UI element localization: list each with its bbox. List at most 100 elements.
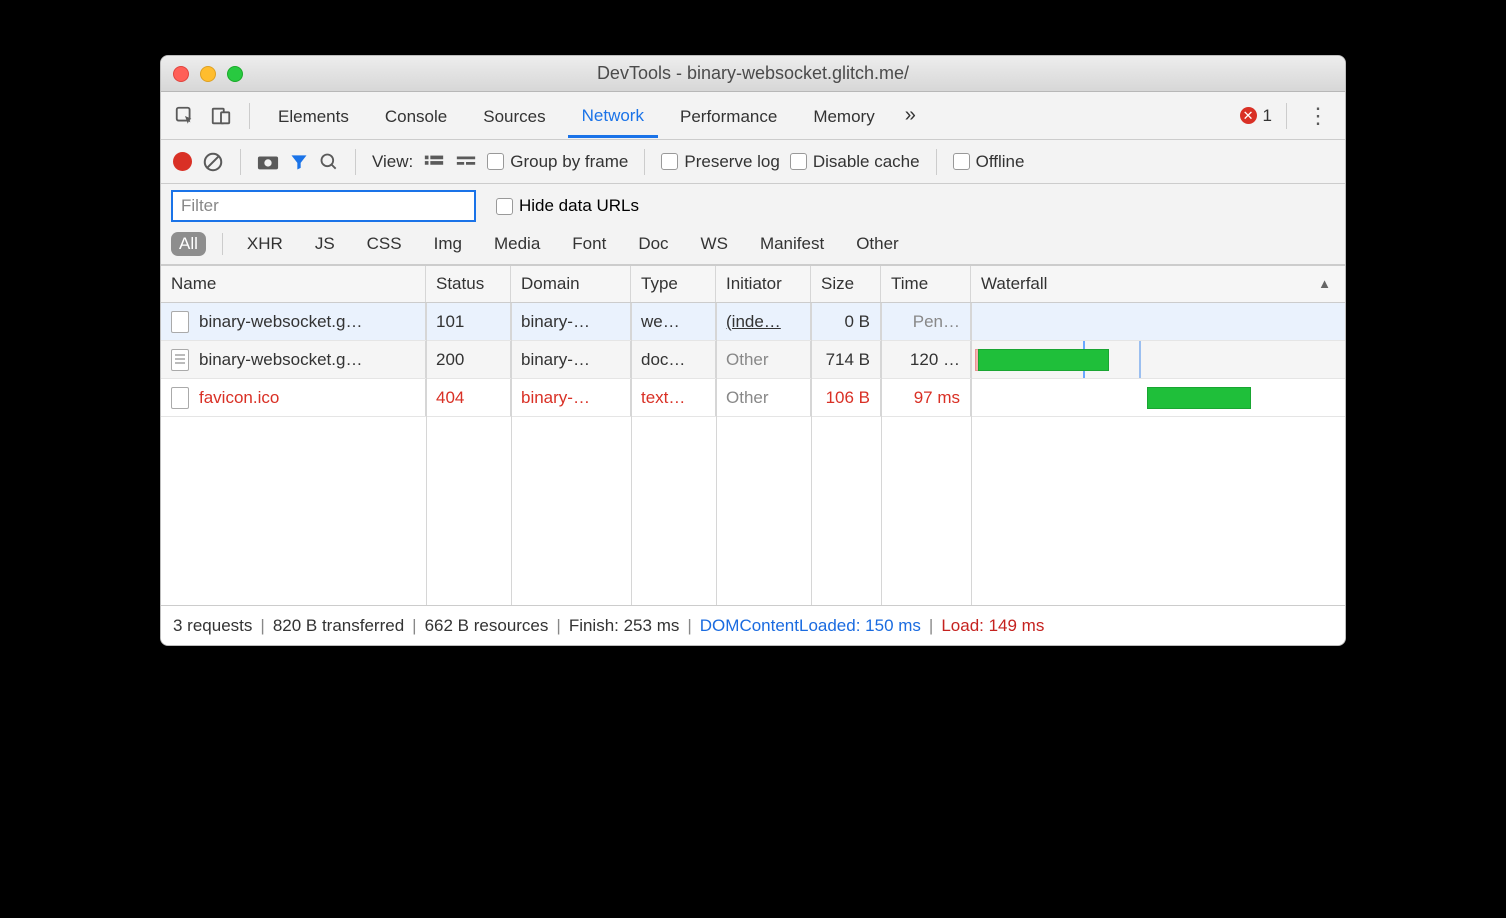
requests-table: Name Status Domain Type Initiator Size T… (161, 265, 1345, 605)
filter-type-js[interactable]: JS (307, 232, 343, 256)
filter-type-manifest[interactable]: Manifest (752, 232, 832, 256)
separator (240, 149, 241, 175)
table-cell: we… (631, 303, 716, 340)
table-cell: 101 (426, 303, 511, 340)
more-tabs-button[interactable]: » (897, 104, 924, 127)
window-maximize-button[interactable] (227, 66, 243, 82)
network-toolbar: View: Group by frame Preserve log Disabl… (161, 140, 1345, 184)
group-by-frame-checkbox[interactable]: Group by frame (487, 152, 628, 172)
table-row[interactable]: favicon.ico404binary-…text…Other106 B97 … (161, 379, 1345, 417)
window-titlebar: DevTools - binary-websocket.glitch.me/ (161, 56, 1345, 92)
separator (222, 233, 223, 255)
error-icon: ✕ (1240, 107, 1257, 124)
filter-type-other[interactable]: Other (848, 232, 907, 256)
sort-indicator-icon: ▲ (1318, 276, 1331, 291)
waterfall-bar (1147, 387, 1252, 409)
table-cell: Other (716, 379, 811, 416)
waterfall-cell (971, 379, 1345, 416)
col-domain[interactable]: Domain (511, 266, 631, 302)
table-row[interactable]: binary-websocket.g…200binary-…doc…Other7… (161, 341, 1345, 379)
tab-sources[interactable]: Sources (469, 95, 559, 137)
status-resources: 662 B resources (425, 616, 549, 636)
table-header: Name Status Domain Type Initiator Size T… (161, 266, 1345, 303)
window-minimize-button[interactable] (200, 66, 216, 82)
settings-menu-button[interactable]: ⋮ (1301, 103, 1335, 129)
table-row[interactable]: binary-websocket.g…101binary-…we…(inde…0… (161, 303, 1345, 341)
separator (249, 103, 250, 129)
file-icon (171, 387, 189, 409)
status-bar: 3 requests | 820 B transferred | 662 B r… (161, 605, 1345, 645)
separator (936, 149, 937, 175)
offline-checkbox[interactable]: Offline (953, 152, 1025, 172)
separator (355, 149, 356, 175)
search-icon[interactable] (319, 152, 339, 172)
filter-bar: Hide data URLs All XHR JS CSS Img Media … (161, 184, 1345, 265)
filter-type-xhr[interactable]: XHR (239, 232, 291, 256)
filter-type-ws[interactable]: WS (693, 232, 736, 256)
table-cell: Other (716, 341, 811, 378)
table-cell: 97 ms (881, 379, 971, 416)
error-count: 1 (1263, 106, 1272, 126)
devtools-window: DevTools - binary-websocket.glitch.me/ E… (160, 55, 1346, 646)
status-finish: Finish: 253 ms (569, 616, 680, 636)
view-label: View: (372, 152, 413, 172)
table-cell: 404 (426, 379, 511, 416)
separator (644, 149, 645, 175)
overview-icon[interactable] (455, 153, 477, 171)
file-icon (171, 349, 189, 371)
filter-type-font[interactable]: Font (564, 232, 614, 256)
capture-screenshots-icon[interactable] (257, 153, 279, 171)
table-cell: 200 (426, 341, 511, 378)
status-requests: 3 requests (173, 616, 252, 636)
table-body: binary-websocket.g…101binary-…we…(inde…0… (161, 303, 1345, 605)
table-cell: binary-… (511, 303, 631, 340)
window-close-button[interactable] (173, 66, 189, 82)
tab-network[interactable]: Network (568, 94, 658, 138)
tab-console[interactable]: Console (371, 95, 461, 137)
table-cell: 714 B (811, 341, 881, 378)
hide-data-urls-checkbox[interactable]: Hide data URLs (496, 196, 639, 216)
table-cell: binary-websocket.g… (161, 303, 426, 340)
table-cell: 120 … (881, 341, 971, 378)
table-cell: 0 B (811, 303, 881, 340)
window-title: DevTools - binary-websocket.glitch.me/ (161, 63, 1345, 84)
col-status[interactable]: Status (426, 266, 511, 302)
filter-type-media[interactable]: Media (486, 232, 548, 256)
col-time[interactable]: Time (881, 266, 971, 302)
filter-type-css[interactable]: CSS (359, 232, 410, 256)
table-cell: text… (631, 379, 716, 416)
waterfall-bar (978, 349, 1109, 371)
clear-button[interactable] (202, 151, 224, 173)
disable-cache-checkbox[interactable]: Disable cache (790, 152, 920, 172)
status-transferred: 820 B transferred (273, 616, 404, 636)
col-waterfall[interactable]: Waterfall▲ (971, 266, 1345, 302)
filter-input[interactable] (171, 190, 476, 222)
table-cell: (inde… (716, 303, 811, 340)
tab-memory[interactable]: Memory (799, 95, 888, 137)
record-button[interactable] (173, 152, 192, 171)
toggle-device-icon[interactable] (207, 102, 235, 130)
table-cell: favicon.ico (161, 379, 426, 416)
table-cell: doc… (631, 341, 716, 378)
filter-type-all[interactable]: All (171, 232, 206, 256)
waterfall-cell (971, 303, 1345, 340)
filter-type-img[interactable]: Img (426, 232, 470, 256)
tab-performance[interactable]: Performance (666, 95, 791, 137)
inspect-element-icon[interactable] (171, 102, 199, 130)
tab-elements[interactable]: Elements (264, 95, 363, 137)
col-size[interactable]: Size (811, 266, 881, 302)
filter-type-doc[interactable]: Doc (630, 232, 676, 256)
error-count-badge[interactable]: ✕ 1 (1240, 106, 1272, 126)
filter-icon[interactable] (289, 152, 309, 172)
status-load: Load: 149 ms (941, 616, 1044, 636)
separator (1286, 103, 1287, 129)
col-name[interactable]: Name (161, 266, 426, 302)
status-domcontentloaded: DOMContentLoaded: 150 ms (700, 616, 921, 636)
large-rows-icon[interactable] (423, 153, 445, 171)
resource-type-filters: All XHR JS CSS Img Media Font Doc WS Man… (171, 222, 1335, 256)
table-cell: binary-… (511, 341, 631, 378)
table-cell: 106 B (811, 379, 881, 416)
col-type[interactable]: Type (631, 266, 716, 302)
preserve-log-checkbox[interactable]: Preserve log (661, 152, 779, 172)
col-initiator[interactable]: Initiator (716, 266, 811, 302)
